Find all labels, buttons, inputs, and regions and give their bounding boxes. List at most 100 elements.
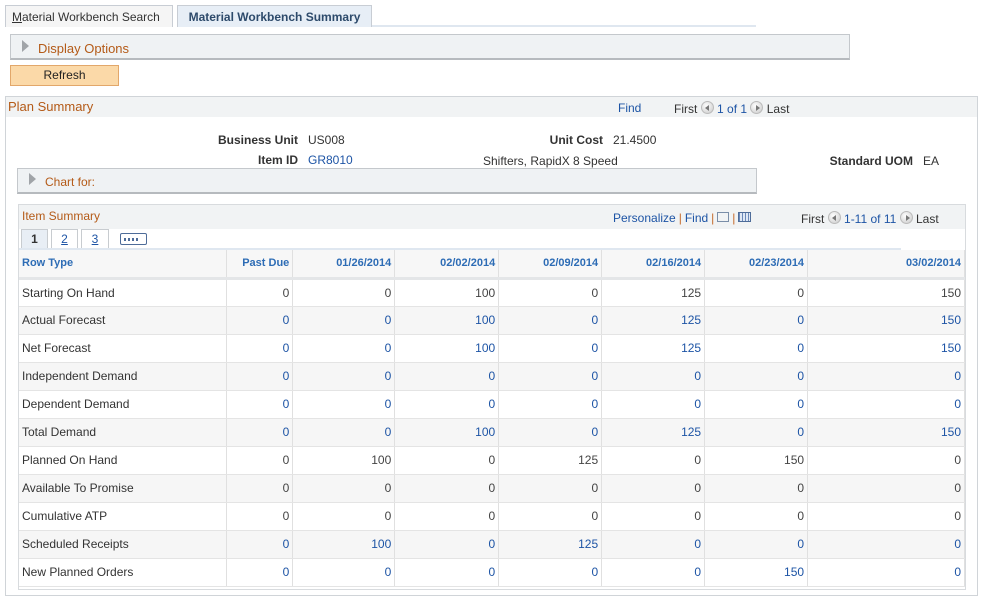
quantity-link[interactable]: 0 [226,530,294,559]
column-header[interactable]: 02/16/2014 [601,250,706,280]
quantity-link[interactable]: 0 [807,558,965,587]
quantity-link[interactable]: 0 [601,362,706,391]
plan-find-link[interactable]: Find [618,101,641,115]
quantity-link[interactable]: 0 [226,390,294,419]
personalize-link[interactable]: Personalize [613,211,676,225]
previous-icon[interactable] [827,211,841,224]
quantity-cell: 0 [226,278,294,307]
quantity-link[interactable]: 0 [704,418,809,447]
business-unit-value: US008 [308,133,345,147]
quantity-cell: 0 [394,474,500,503]
refresh-button[interactable]: Refresh [10,65,119,86]
quantity-link[interactable]: 150 [807,418,965,447]
quantity-cell: 0 [498,502,603,531]
column-header[interactable]: 02/02/2014 [394,250,500,280]
quantity-link[interactable]: 0 [498,362,603,391]
quantity-cell: 0 [394,502,500,531]
quantity-cell: 125 [498,446,603,475]
plan-last-link[interactable]: Last [767,102,790,116]
column-header[interactable]: 02/23/2014 [704,250,809,280]
quantity-link[interactable]: 0 [292,418,396,447]
quantity-link[interactable]: 0 [601,530,706,559]
quantity-link[interactable]: 0 [292,558,396,587]
separator: | [678,211,682,225]
previous-icon[interactable] [700,101,714,114]
quantity-link[interactable]: 0 [704,306,809,335]
view-all-icon[interactable] [717,212,730,222]
quantity-link[interactable]: 0 [226,334,294,363]
quantity-cell: 0 [226,474,294,503]
expand-triangle-icon [22,40,29,52]
quantity-link[interactable]: 100 [394,334,500,363]
table-row: Available To Promise 0 0 0 0 0 0 0 [19,474,965,503]
quantity-link[interactable]: 125 [601,334,706,363]
quantity-link[interactable]: 100 [292,530,396,559]
quantity-link[interactable]: 0 [394,362,500,391]
grid-tab-1[interactable]: 1 [21,229,48,249]
next-icon[interactable] [750,101,764,114]
quantity-link[interactable]: 0 [498,334,603,363]
quantity-cell: 0 [807,474,965,503]
show-all-columns-icon[interactable] [120,233,147,245]
unit-cost-value: 21.4500 [613,133,657,147]
quantity-link[interactable]: 0 [394,390,500,419]
quantity-cell: 125 [601,278,706,307]
quantity-link[interactable]: 0 [292,362,396,391]
separator: | [732,211,736,225]
grid-tab-3[interactable]: 3 [81,229,109,249]
grid-tab-2[interactable]: 2 [51,229,78,249]
quantity-link[interactable]: 0 [601,390,706,419]
quantity-link[interactable]: 150 [704,558,809,587]
next-icon[interactable] [899,211,913,224]
quantity-link[interactable]: 0 [394,558,500,587]
find-link[interactable]: Find [685,211,708,225]
quantity-link[interactable]: 0 [704,390,809,419]
tab-divider [372,25,756,27]
column-header[interactable]: 02/09/2014 [498,250,603,280]
tab-material-workbench-summary[interactable]: Material Workbench Summary [177,5,372,27]
display-options-section[interactable]: Display Options [10,34,850,60]
quantity-link[interactable]: 125 [601,306,706,335]
quantity-link[interactable]: 0 [226,362,294,391]
quantity-cell: 0 [704,502,809,531]
quantity-link[interactable]: 0 [292,334,396,363]
quantity-link[interactable]: 125 [498,530,603,559]
quantity-link[interactable]: 150 [807,334,965,363]
column-header-row-type[interactable]: Row Type [19,250,228,280]
download-spreadsheet-icon[interactable] [738,212,752,222]
quantity-link[interactable]: 100 [394,306,500,335]
quantity-link[interactable]: 0 [226,418,294,447]
quantity-link[interactable]: 125 [601,418,706,447]
item-first-link[interactable]: First [801,212,824,226]
quantity-link[interactable]: 0 [807,390,965,419]
table-row: Independent Demand 0 0 0 0 0 0 0 [19,362,965,391]
plan-first-link[interactable]: First [674,102,697,116]
quantity-link[interactable]: 0 [807,362,965,391]
quantity-link[interactable]: 0 [601,558,706,587]
quantity-link[interactable]: 0 [704,362,809,391]
item-last-link[interactable]: Last [916,212,939,226]
quantity-link[interactable]: 150 [807,306,965,335]
quantity-link[interactable]: 0 [498,390,603,419]
quantity-link[interactable]: 100 [394,418,500,447]
tab-material-workbench-search[interactable]: Material Workbench Search [5,5,173,27]
quantity-link[interactable]: 0 [807,530,965,559]
quantity-cell: 0 [394,446,500,475]
column-header[interactable]: Past Due [226,250,294,280]
quantity-link[interactable]: 0 [704,334,809,363]
item-range: 1-11 of 11 [844,212,897,226]
quantity-link[interactable]: 0 [226,558,294,587]
quantity-cell: 150 [807,278,965,307]
quantity-link[interactable]: 0 [498,418,603,447]
quantity-link[interactable]: 0 [292,390,396,419]
column-header[interactable]: 01/26/2014 [292,250,396,280]
quantity-link[interactable]: 0 [704,530,809,559]
quantity-link[interactable]: 0 [498,558,603,587]
quantity-link[interactable]: 0 [498,306,603,335]
chart-for-section[interactable]: Chart for: [17,168,757,194]
quantity-link[interactable]: 0 [292,306,396,335]
column-header[interactable]: 03/02/2014 [807,250,965,280]
quantity-link[interactable]: 0 [226,306,294,335]
quantity-link[interactable]: 0 [394,530,500,559]
item-id-link[interactable]: GR8010 [308,153,353,167]
